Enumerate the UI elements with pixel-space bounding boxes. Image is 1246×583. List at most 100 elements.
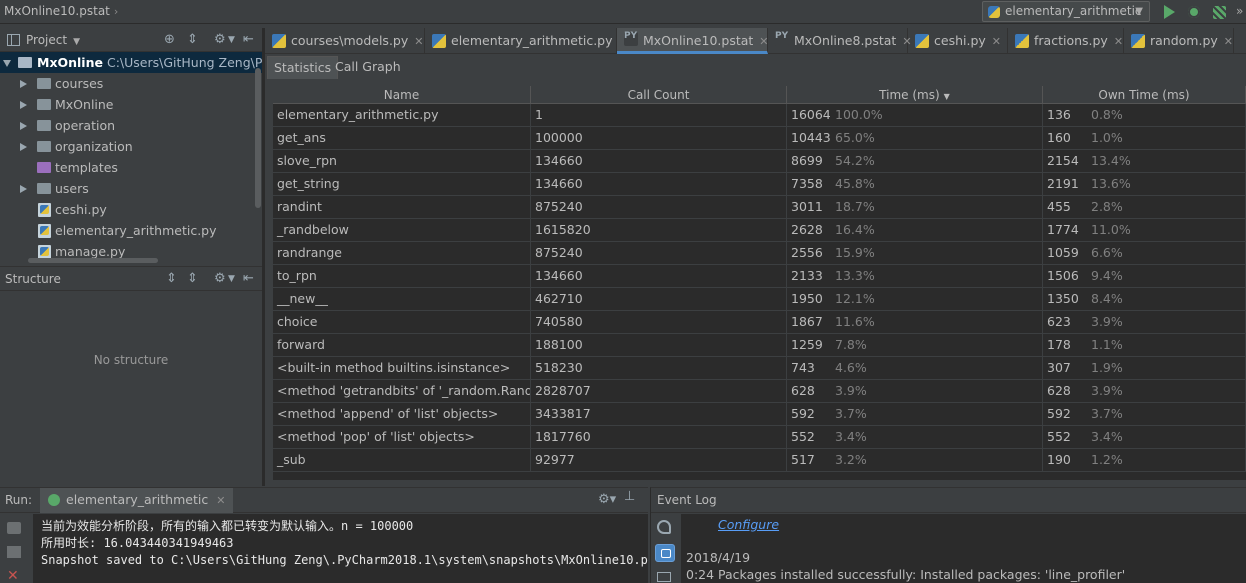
expand-arrow-icon[interactable] — [20, 185, 27, 193]
panel-splitter[interactable] — [262, 28, 265, 486]
hide-panel-icon[interactable]: ⊥ — [624, 489, 635, 504]
table-row[interactable]: <method 'append' of 'list' objects> 34338… — [273, 403, 1246, 426]
rerun-icon[interactable] — [7, 522, 21, 534]
run-button[interactable] — [1160, 3, 1178, 21]
chevron-down-icon[interactable]: ▼ — [228, 35, 235, 45]
table-cell: 517 3.2% — [787, 449, 1043, 472]
view-tab[interactable]: Statistics — [267, 56, 339, 79]
tree-item[interactable]: MxOnline — [0, 94, 262, 115]
tree-item[interactable]: elementary_arithmetic.py — [0, 220, 262, 241]
cell-percent: 1.9% — [1091, 360, 1123, 375]
scroll-from-source-icon[interactable]: ⊕ — [164, 32, 175, 47]
column-header-label: Call Count — [627, 88, 690, 102]
editor-tab[interactable]: PY MxOnline10.pstat ✕ — [617, 28, 769, 54]
collapse-all-icon[interactable]: ⇕ — [187, 271, 198, 286]
expand-arrow-icon[interactable] — [20, 101, 27, 109]
column-header[interactable]: Call Count — [531, 86, 787, 104]
event-date: 2018/4/19 — [686, 550, 751, 565]
table-row[interactable]: get_ans 100000 10443 65.0% 160 1.0% — [273, 127, 1246, 150]
cell-value: 1817760 — [535, 429, 591, 444]
more-icon[interactable]: » — [1236, 4, 1246, 22]
expand-arrow-icon[interactable] — [3, 60, 11, 67]
hide-panel-icon[interactable]: ⇤ — [243, 32, 254, 47]
tree-item-label: templates — [55, 160, 118, 175]
table-row[interactable]: forward 188100 1259 7.8% 178 1.1% — [273, 334, 1246, 357]
table-row[interactable]: __new__ 462710 1950 12.1% 1350 8.4% — [273, 288, 1246, 311]
table-row[interactable]: <built-in method builtins.isinstance> 518… — [273, 357, 1246, 380]
hide-panel-icon[interactable]: ⇤ — [243, 271, 254, 286]
cell-percent: 11.0% — [1091, 222, 1131, 237]
table-row[interactable]: _sub 92977 517 3.2% 190 1.2% — [273, 449, 1246, 472]
tree-item[interactable]: courses — [0, 73, 262, 94]
editor-tab[interactable]: random.py ✕ — [1124, 28, 1234, 54]
tree-item[interactable]: users — [0, 178, 262, 199]
expand-all-icon[interactable]: ⇕ — [166, 271, 177, 286]
close-icon[interactable]: ✕ — [216, 494, 225, 507]
gear-icon[interactable]: ⚙ — [214, 32, 226, 47]
editor-tab[interactable]: elementary_arithmetic.py✕ — [425, 28, 628, 54]
breadcrumb-file[interactable]: MxOnline10.pstat — [4, 4, 110, 18]
chevron-down-icon[interactable]: ▼ — [228, 274, 235, 284]
cell-value: 517 — [791, 452, 815, 467]
configure-link[interactable]: Configure — [718, 517, 779, 532]
coverage-button[interactable] — [1211, 3, 1229, 21]
console-output[interactable]: 当前为效能分析阶段，所有的输入都已转变为默认输入。n = 100000 所用时长:… — [33, 514, 648, 583]
editor-tab[interactable]: courses\models.py ✕ — [265, 28, 425, 54]
filter-icon[interactable] — [657, 572, 671, 582]
table-row[interactable]: get_string 134660 7358 45.8% 2191 13.6% — [273, 173, 1246, 196]
table-row[interactable]: _randbelow 1615820 2628 16.4% 1774 11.0% — [273, 219, 1246, 242]
tree-root[interactable]: MxOnline C:\Users\GitHung Zeng\PycharmPr… — [0, 52, 421, 73]
editor-tab[interactable]: ceshi.py ✕ — [908, 28, 1008, 54]
tree-item[interactable]: ceshi.py — [0, 199, 262, 220]
run-tab[interactable]: elementary_arithmetic ✕ — [40, 488, 234, 513]
editor-tab[interactable]: fractions.py ✕ — [1008, 28, 1124, 54]
tree-item[interactable]: organization — [0, 136, 262, 157]
table-row[interactable]: randrange 875240 2556 15.9% 1059 6.6% — [273, 242, 1246, 265]
cell-value: randint — [277, 199, 322, 214]
column-header[interactable]: Name — [273, 86, 531, 104]
gear-icon[interactable]: ⚙ — [214, 271, 226, 286]
wrench-icon[interactable] — [657, 520, 671, 534]
tree-item[interactable]: templates — [0, 157, 262, 178]
collapse-all-icon[interactable]: ⇕ — [187, 32, 198, 47]
editor-tab[interactable]: PY MxOnline8.pstat ✕ — [768, 28, 912, 54]
horizontal-scrollbar[interactable] — [28, 258, 158, 263]
chevron-right-icon: › — [113, 5, 119, 18]
table-cell: 552 3.4% — [787, 426, 1043, 449]
vertical-scrollbar[interactable] — [255, 68, 261, 208]
close-icon[interactable]: ✕ — [1224, 35, 1233, 48]
column-header[interactable]: Own Time (ms) — [1043, 86, 1246, 104]
chevron-down-icon: ▼ — [1135, 6, 1143, 17]
close-icon[interactable]: ✕ — [7, 569, 21, 583]
table-row[interactable]: choice 740580 1867 11.6% 623 3.9% — [273, 311, 1246, 334]
project-view-select[interactable]: Project ▼ — [26, 33, 80, 47]
close-icon[interactable]: ✕ — [414, 35, 423, 48]
table-cell: 92977 — [531, 449, 787, 472]
table-row[interactable]: <method 'pop' of 'list' objects> 1817760 5… — [273, 426, 1246, 449]
gear-icon[interactable]: ⚙▾ — [598, 492, 616, 507]
cell-percent: 100.0% — [835, 107, 883, 122]
run-configuration-select[interactable]: elementary_arithmetic ▼ — [982, 1, 1150, 22]
table-row[interactable]: slove_rpn 134660 8699 54.2% 2154 13.4% — [273, 150, 1246, 173]
close-icon[interactable]: ✕ — [992, 35, 1001, 48]
expand-arrow-icon[interactable] — [20, 143, 27, 151]
view-tab[interactable]: Call Graph — [329, 56, 407, 79]
table-row[interactable]: elementary_arithmetic.py 1 16064 100.0% 136 0… — [273, 104, 1246, 127]
table-cell: 2628 16.4% — [787, 219, 1043, 242]
cell-value: 518230 — [535, 360, 583, 375]
event-log-window: Event Log Configure 2018/4/19 0:24 Packa… — [650, 487, 1246, 583]
column-header-label: Time (ms) — [879, 88, 940, 102]
breadcrumb[interactable]: MxOnline10.pstat › — [4, 4, 118, 18]
navigation-bar: MxOnline10.pstat › elementary_arithmetic … — [0, 0, 1246, 24]
expand-arrow-icon[interactable] — [20, 80, 27, 88]
table-row[interactable]: randint 875240 3011 18.7% 455 2.8% — [273, 196, 1246, 219]
table-row[interactable]: to_rpn 134660 2133 13.3% 1506 9.4% — [273, 265, 1246, 288]
tree-item[interactable]: operation — [0, 115, 262, 136]
expand-arrow-icon[interactable] — [20, 122, 27, 130]
debug-button[interactable] — [1185, 3, 1203, 21]
stop-icon[interactable] — [7, 546, 21, 558]
table-row[interactable]: <method 'getrandbits' of '_random.Random… — [273, 380, 1246, 403]
message-bubble-icon[interactable] — [655, 544, 675, 562]
close-icon[interactable]: ✕ — [1114, 35, 1123, 48]
column-header[interactable]: Time (ms) ▼ — [787, 86, 1043, 104]
